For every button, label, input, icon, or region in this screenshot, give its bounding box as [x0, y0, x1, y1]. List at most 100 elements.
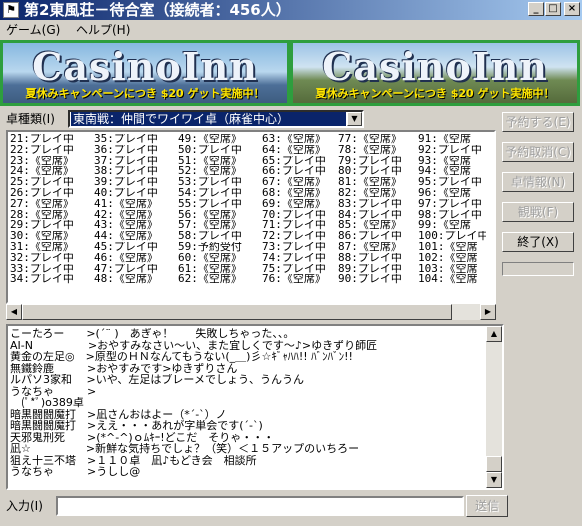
table-entry[interactable]: 103:《空席	[418, 264, 486, 275]
table-entry[interactable]: 45:プレイ中	[94, 242, 178, 253]
scroll-thumb[interactable]	[486, 456, 502, 472]
table-entry[interactable]: 55:プレイ中	[178, 199, 262, 210]
table-entry[interactable]: 64:《空席》	[262, 145, 338, 156]
exit-button[interactable]: 終了(X)	[502, 232, 574, 252]
table-entry[interactable]: 50:プレイ中	[178, 145, 262, 156]
table-entry[interactable]: 83:プレイ中	[338, 199, 418, 210]
table-entry[interactable]: 47:プレイ中	[94, 264, 178, 275]
table-entry[interactable]: 63:《空席》	[262, 134, 338, 145]
table-entry[interactable]: 81:《空席》	[338, 177, 418, 188]
table-entry[interactable]: 29:プレイ中	[10, 220, 94, 231]
table-entry[interactable]: 43:《空席》	[94, 220, 178, 231]
table-entry[interactable]: 24:《空席》	[10, 166, 94, 177]
table-entry[interactable]: 88:プレイ中	[338, 253, 418, 264]
table-entry[interactable]: 22:プレイ中	[10, 145, 94, 156]
table-entry[interactable]: 78:《空席》	[338, 145, 418, 156]
table-entry[interactable]: 34:プレイ中	[10, 274, 94, 285]
table-entry[interactable]: 58:プレイ中	[178, 231, 262, 242]
table-entry[interactable]: 66:プレイ中	[262, 166, 338, 177]
table-entry[interactable]: 79:プレイ中	[338, 156, 418, 167]
table-entry[interactable]: 32:プレイ中	[10, 253, 94, 264]
table-entry[interactable]: 99:《空席	[418, 220, 486, 231]
table-entry[interactable]: 57:《空席》	[178, 220, 262, 231]
table-entry[interactable]: 67:《空席》	[262, 177, 338, 188]
table-entry[interactable]: 38:プレイ中	[94, 166, 178, 177]
vertical-scrollbar[interactable]: ▲ ▼	[486, 326, 502, 488]
send-button[interactable]: 送信	[466, 495, 508, 517]
table-entry[interactable]: 65:プレイ中	[262, 156, 338, 167]
table-entry[interactable]: 26:プレイ中	[10, 188, 94, 199]
table-entry[interactable]: 77:《空席》	[338, 134, 418, 145]
table-entry[interactable]: 42:《空席》	[94, 210, 178, 221]
table-entry[interactable]: 41:《空席》	[94, 199, 178, 210]
table-entry[interactable]: 92:プレイ中	[418, 145, 486, 156]
table-entry[interactable]: 56:《空席》	[178, 210, 262, 221]
table-entry[interactable]: 91:《空席	[418, 134, 486, 145]
table-entry[interactable]: 31:《空席》	[10, 242, 94, 253]
table-entry[interactable]: 82:《空席》	[338, 188, 418, 199]
table-entry[interactable]: 84:プレイ中	[338, 210, 418, 221]
flag-icon[interactable]: ⚑	[3, 2, 19, 18]
horizontal-scrollbar[interactable]: ◀ ▶	[6, 304, 496, 320]
table-entry[interactable]: 100:プレイ中	[418, 231, 486, 242]
table-entry[interactable]: 62:《空席》	[178, 274, 262, 285]
table-entry[interactable]: 69:《空席》	[262, 199, 338, 210]
table-entry[interactable]: 37:プレイ中	[94, 156, 178, 167]
table-entry[interactable]: 44:《空席》	[94, 231, 178, 242]
scroll-down-icon[interactable]: ▼	[486, 472, 502, 488]
cancel-reservation-button[interactable]: 予約取消(C)	[502, 142, 574, 162]
table-entry[interactable]: 98:プレイ中	[418, 210, 486, 221]
table-entry[interactable]: 71:プレイ中	[262, 220, 338, 231]
table-entry[interactable]: 51:《空席》	[178, 156, 262, 167]
table-entry[interactable]: 74:プレイ中	[262, 253, 338, 264]
table-entry[interactable]: 54:プレイ中	[178, 188, 262, 199]
table-entry[interactable]: 86:プレイ中	[338, 231, 418, 242]
table-entry[interactable]: 35:プレイ中	[94, 134, 178, 145]
table-entry[interactable]: 94:《空席	[418, 166, 486, 177]
table-entry[interactable]: 76:《空席》	[262, 274, 338, 285]
scroll-thumb[interactable]	[22, 304, 452, 320]
chevron-down-icon[interactable]: ▼	[347, 112, 362, 126]
table-entry[interactable]: 97:プレイ中	[418, 199, 486, 210]
table-entry[interactable]: 40:プレイ中	[94, 188, 178, 199]
table-entry[interactable]: 53:プレイ中	[178, 177, 262, 188]
table-entry[interactable]: 30:《空席》	[10, 231, 94, 242]
table-entry[interactable]: 23:《空席》	[10, 156, 94, 167]
table-entry[interactable]: 68:《空席》	[262, 188, 338, 199]
chat-input[interactable]	[56, 496, 464, 516]
table-entry[interactable]: 27:《空席》	[10, 199, 94, 210]
table-entry[interactable]: 80:プレイ中	[338, 166, 418, 177]
close-button[interactable]: ×	[564, 2, 580, 16]
table-entry[interactable]: 73:プレイ中	[262, 242, 338, 253]
table-entry[interactable]: 21:プレイ中	[10, 134, 94, 145]
table-entry[interactable]: 101:《空席	[418, 242, 486, 253]
minimize-button[interactable]: _	[528, 2, 544, 16]
table-entry[interactable]: 28:《空席》	[10, 210, 94, 221]
menu-help[interactable]: ヘルプ(H)	[76, 22, 130, 38]
table-entry[interactable]: 33:プレイ中	[10, 264, 94, 275]
table-list[interactable]: 21:プレイ中 35:プレイ中 49:《空席》 63:《空席》 77:《空席》 91:《空…	[6, 130, 496, 304]
table-entry[interactable]: 70:プレイ中	[262, 210, 338, 221]
reserve-button[interactable]: 予約する(E)	[502, 112, 574, 132]
table-entry[interactable]: 102:《空席	[418, 253, 486, 264]
table-entry[interactable]: 46:《空席》	[94, 253, 178, 264]
title-bar[interactable]: ⚑ 第2東風荘－待合室（接続者：456人） _ □ ×	[0, 0, 582, 20]
table-entry[interactable]: 89:プレイ中	[338, 264, 418, 275]
ad-banner-left[interactable]: CasinoInn 夏休みキャンペーンにつき $20 ゲット実施中！	[0, 40, 290, 106]
table-entry[interactable]: 60:《空席》	[178, 253, 262, 264]
table-type-select[interactable]: 東南戦：仲間でワイワイ卓（麻雀中心） ▼	[68, 110, 364, 128]
chat-log[interactable]: こーたろー >(´¨ ) あぎゃ！ 失敗しちゃった、、。 AI-N >おやすみなさ…	[6, 324, 504, 490]
maximize-button[interactable]: □	[545, 2, 561, 16]
watch-button[interactable]: 観戦(F)	[502, 202, 574, 222]
ad-banner-right[interactable]: CasinoInn 夏休みキャンペーンにつき $20 ゲット実施中！	[290, 40, 580, 106]
table-entry[interactable]: 75:プレイ中	[262, 264, 338, 275]
table-entry[interactable]: 90:プレイ中	[338, 274, 418, 285]
table-entry[interactable]: 36:プレイ中	[94, 145, 178, 156]
table-entry[interactable]: 104:《空席	[418, 274, 486, 285]
table-entry[interactable]: 59:予約受付	[178, 242, 262, 253]
table-entry[interactable]: 25:プレイ中	[10, 177, 94, 188]
table-entry[interactable]: 72:プレイ中	[262, 231, 338, 242]
table-entry[interactable]: 96:《空席	[418, 188, 486, 199]
table-entry[interactable]: 95:プレイ中	[418, 177, 486, 188]
scroll-right-icon[interactable]: ▶	[480, 304, 496, 320]
